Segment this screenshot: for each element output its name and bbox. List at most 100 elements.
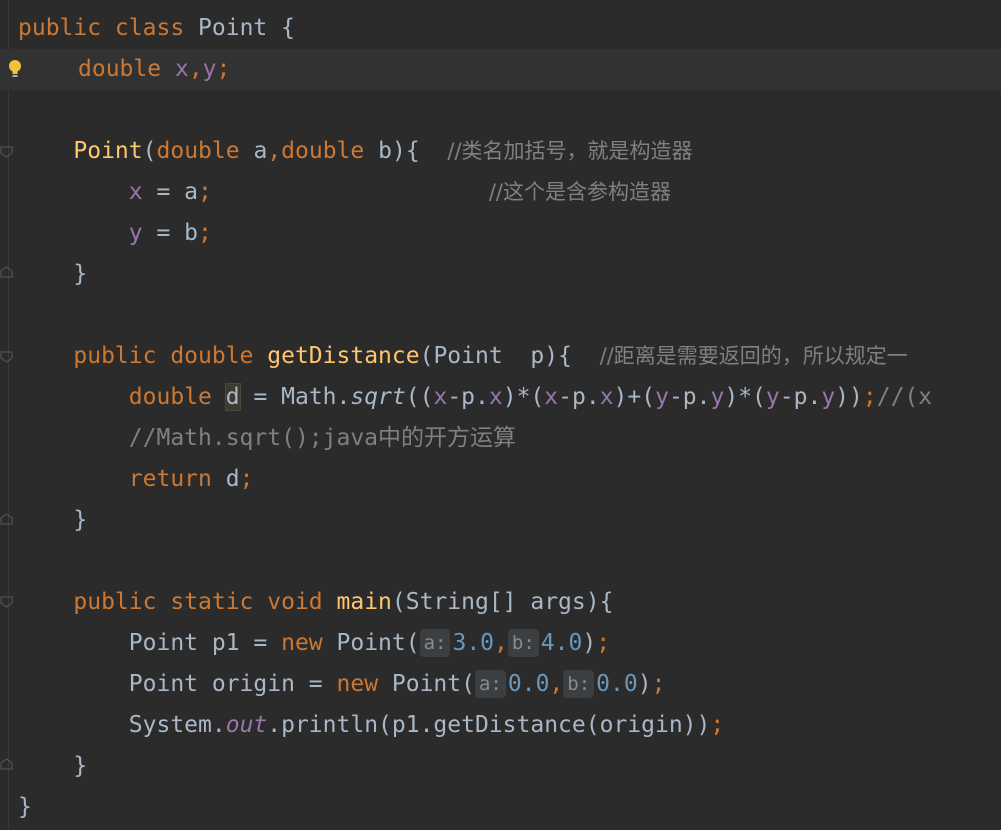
- comma: ,: [494, 630, 508, 656]
- code-line[interactable]: y = b;: [18, 213, 1001, 254]
- fold-marker-icon[interactable]: [0, 145, 14, 159]
- field-x: x: [174, 56, 189, 82]
- return-value: d: [211, 466, 240, 492]
- brace: }: [73, 507, 88, 533]
- code-line[interactable]: Point(double a,double b){ //类名加括号，就是构造器: [18, 131, 1001, 172]
- method-name: getDistance: [267, 343, 420, 369]
- brace: }: [73, 753, 88, 779]
- field-ref: x: [544, 384, 559, 410]
- comment: //Math.sqrt();java中的开方运算: [128, 425, 517, 451]
- fold-marker-icon[interactable]: [0, 757, 14, 771]
- keyword: new: [281, 630, 323, 656]
- parameter-hint: a:: [419, 629, 451, 657]
- code-line[interactable]: x = a; //这个是含参构造器: [18, 172, 1001, 213]
- keyword: return: [128, 466, 212, 492]
- code-line[interactable]: Point origin = new Point(a: 0.0, b: 0.0);: [18, 664, 1001, 705]
- parameter-hint: a:: [474, 670, 506, 698]
- field-y: y: [128, 220, 143, 246]
- type-keyword: double: [156, 138, 240, 164]
- code-line[interactable]: System.out.println(p1.getDistance(origin…: [18, 705, 1001, 746]
- semicolon: ;: [651, 671, 666, 697]
- code-line[interactable]: }: [18, 746, 1001, 787]
- semicolon: ;: [239, 466, 254, 492]
- keyword: public static void: [73, 589, 323, 615]
- fold-marker-icon[interactable]: [0, 350, 14, 364]
- code-line-current[interactable]: double x,y;: [0, 49, 1001, 90]
- code-line[interactable]: }: [18, 500, 1001, 541]
- paren: ){: [391, 138, 420, 164]
- code-line[interactable]: //Math.sqrt();java中的开方运算: [18, 418, 1001, 459]
- paren: (: [142, 138, 157, 164]
- expression: = Math.: [239, 384, 351, 410]
- code-token: )*(: [502, 384, 545, 410]
- fold-marker-icon[interactable]: [0, 265, 14, 279]
- code-area[interactable]: public class Point { double x,y; Point(d…: [0, 8, 1001, 828]
- code-token: )*(: [724, 384, 766, 410]
- declaration: Point origin =: [128, 671, 337, 697]
- keyword: new: [336, 671, 379, 697]
- comment: //(x: [876, 384, 933, 410]
- method-call: sqrt: [350, 384, 406, 410]
- declaration: Point p1 =: [128, 630, 282, 656]
- parameter-hint: b:: [563, 670, 595, 698]
- keyword: public double: [73, 343, 254, 369]
- number-literal: 4.0: [540, 630, 583, 656]
- keyword: public class: [18, 15, 185, 41]
- code-token: -p.: [779, 384, 822, 410]
- brace: {: [281, 15, 295, 41]
- number-literal: 0.0: [507, 671, 550, 697]
- intention-bulb-icon[interactable]: [8, 59, 22, 81]
- code-token: -p.: [558, 384, 600, 410]
- field-ref: y: [655, 384, 669, 410]
- param-name: b: [378, 138, 392, 164]
- assignment: = b: [142, 220, 199, 246]
- code-line[interactable]: public class Point {: [18, 8, 1001, 49]
- assignment: = a: [142, 179, 199, 205]
- code-line[interactable]: return d;: [18, 459, 1001, 500]
- fold-marker-icon[interactable]: [0, 595, 14, 609]
- code-token: ((: [405, 384, 434, 410]
- class-name: Point: [198, 15, 268, 41]
- fold-marker-icon[interactable]: [0, 512, 14, 526]
- method-call: .println(p1.getDistance(origin)): [267, 712, 711, 738]
- editor-gutter[interactable]: [0, 0, 13, 830]
- field-y: y: [202, 56, 217, 82]
- comment: //类名加括号，就是构造器: [447, 139, 693, 163]
- comment: //距离是需要返回的，所以规定一: [599, 344, 908, 368]
- param-name: a: [253, 138, 268, 164]
- expression-segments: ((x-p.x)*(x-p.x)+(y-p.y)*(y-p.y));//(x: [406, 384, 932, 410]
- code-token: )+(: [613, 384, 656, 410]
- code-line[interactable]: public static void main(String[] args){: [18, 582, 1001, 623]
- constructor-name: Point: [73, 138, 143, 164]
- type-keyword: double: [128, 384, 212, 410]
- blank-line[interactable]: [18, 541, 1001, 582]
- code-token: -p.: [447, 384, 489, 410]
- params: (String[] args){: [391, 589, 614, 615]
- field-ref: y: [710, 384, 725, 410]
- highlighted-variable: d: [225, 384, 240, 410]
- number-literal: 0.0: [596, 671, 638, 697]
- comma: ,: [188, 56, 203, 82]
- field-ref: y: [821, 384, 836, 410]
- code-line[interactable]: }: [18, 787, 1001, 828]
- semicolon: ;: [710, 712, 725, 738]
- code-line[interactable]: public double getDistance(Point p){ //距离…: [18, 336, 1001, 377]
- params: (Point p){: [419, 343, 572, 369]
- constructor-call: Point(: [378, 671, 475, 697]
- static-field: out: [225, 712, 268, 738]
- field-ref: x: [488, 384, 503, 410]
- comment: //这个是含参构造器: [488, 180, 671, 204]
- code-line[interactable]: double d = Math.sqrt((x-p.x)*(x-p.x)+(y-…: [18, 377, 1001, 418]
- paren: ): [637, 671, 652, 697]
- blank-line[interactable]: [18, 90, 1001, 131]
- semicolon: ;: [198, 179, 212, 205]
- code-line[interactable]: Point p1 = new Point(a: 3.0, b: 4.0);: [18, 623, 1001, 664]
- blank-line[interactable]: [18, 295, 1001, 336]
- field-ref: x: [599, 384, 614, 410]
- parameter-hint: b:: [507, 629, 539, 657]
- code-line[interactable]: }: [18, 254, 1001, 295]
- semicolon: ;: [198, 220, 212, 246]
- brace: }: [73, 261, 88, 287]
- code-editor[interactable]: public class Point { double x,y; Point(d…: [0, 0, 1001, 830]
- type-keyword: double: [281, 138, 365, 164]
